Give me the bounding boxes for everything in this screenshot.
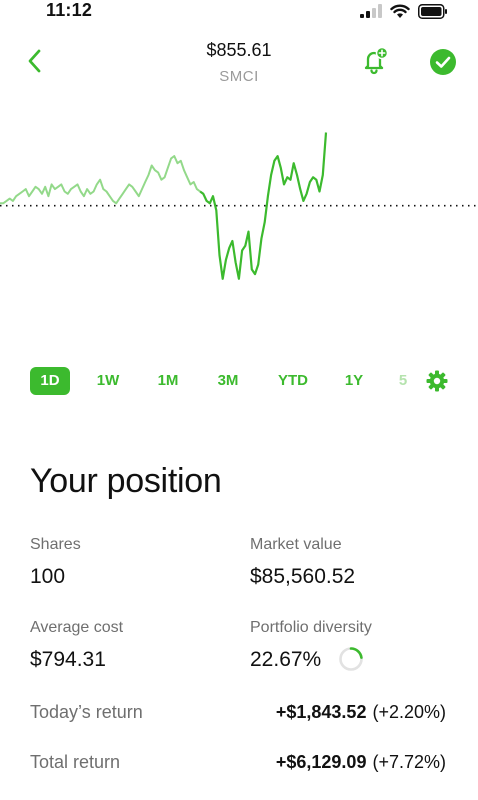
status-bar: 11:12 (0, 0, 478, 26)
shares-label: Shares (30, 536, 81, 553)
price-alert-button[interactable] (360, 46, 390, 76)
range-1y[interactable]: 1Y (336, 367, 372, 395)
ticker-symbol: SMCI (219, 68, 259, 85)
total-return-label: Total return (30, 752, 121, 772)
battery-icon (418, 3, 447, 19)
average-cost-value: $794.31 (30, 648, 106, 671)
todays-return-value: +$1,843.52 (+2.20%) (276, 702, 446, 723)
range-1m[interactable]: 1M (148, 367, 188, 395)
price-chart-svg (0, 132, 478, 280)
bell-plus-icon (364, 46, 389, 75)
status-icons (360, 2, 448, 20)
cellular-signal-icon (360, 4, 382, 18)
gear-icon (426, 370, 448, 392)
market-value-label: Market value (250, 536, 342, 553)
chart-settings-button[interactable] (426, 370, 448, 392)
shares-value: 100 (30, 565, 66, 588)
range-5y[interactable]: 5 (392, 367, 414, 395)
market-value-value: $85,560.52 (250, 565, 356, 588)
status-time: 11:12 (46, 0, 93, 20)
time-range-selector: 1D 1W 1M 3M YTD 1Y 5 (30, 367, 460, 395)
total-return-amount: +$6,129.09 (275, 752, 367, 772)
check-circle-icon (430, 49, 456, 75)
diversity-ring-icon[interactable] (338, 646, 364, 672)
stock-price: $855.61 (206, 40, 272, 60)
range-3m[interactable]: 3M (208, 367, 248, 395)
portfolio-diversity-label: Portfolio diversity (250, 619, 372, 636)
watchlist-button[interactable] (429, 48, 457, 76)
price-chart[interactable] (0, 86, 478, 336)
range-1w[interactable]: 1W (88, 367, 128, 395)
position-title: Your position (30, 462, 222, 500)
range-ytd[interactable]: YTD (272, 367, 314, 395)
portfolio-diversity-value: 22.67% (250, 648, 322, 671)
total-return-value: +$6,129.09 (+7.72%) (276, 752, 446, 773)
range-1d[interactable]: 1D (30, 367, 70, 395)
todays-return-percent: (+2.20%) (372, 702, 446, 722)
todays-return-label: Today’s return (30, 702, 143, 722)
chart-line-earlier (0, 155, 201, 205)
wifi-icon (390, 4, 410, 18)
average-cost-label: Average cost (30, 619, 124, 636)
nav-header: $855.61 SMCI (0, 30, 478, 90)
total-return-percent: (+7.72%) (372, 752, 446, 772)
todays-return-amount: +$1,843.52 (275, 702, 367, 722)
